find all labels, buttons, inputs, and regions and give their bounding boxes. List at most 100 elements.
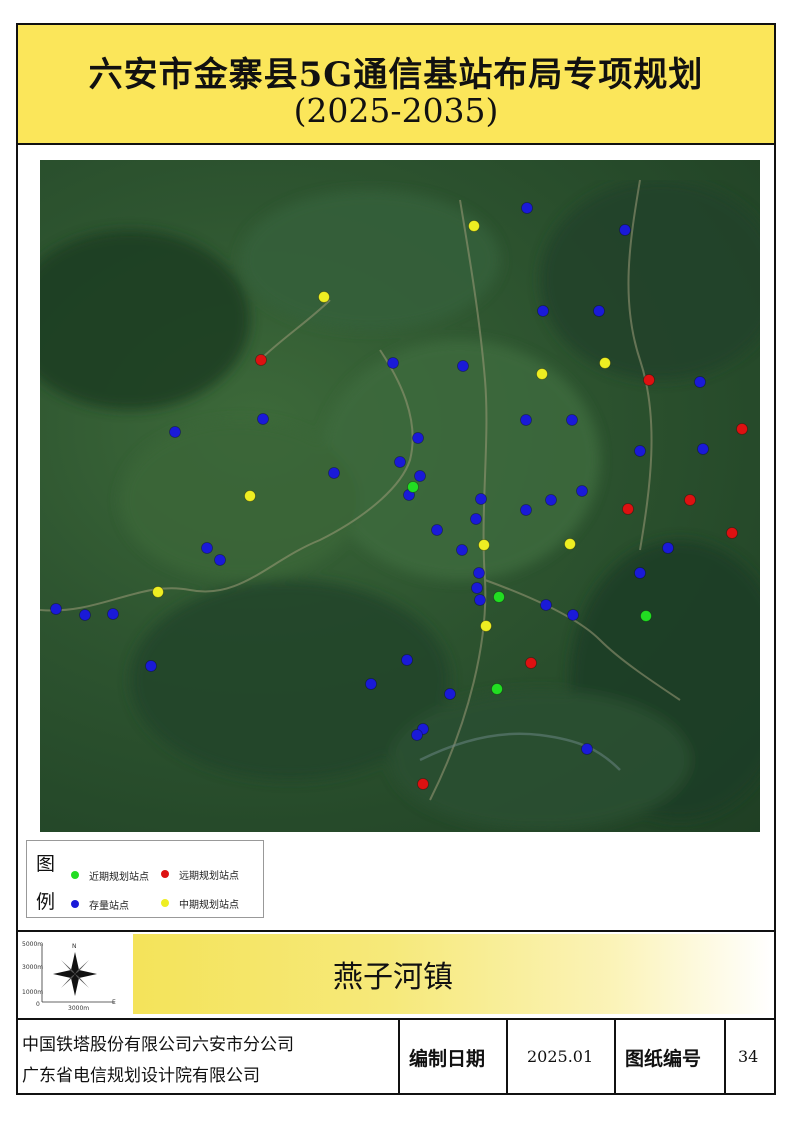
mid-term-marker-icon bbox=[161, 899, 169, 907]
company-name-1: 中国铁塔股份有限公司六安市分公司 bbox=[22, 1035, 294, 1055]
compass-rose-icon bbox=[53, 952, 97, 996]
existing-site-marker[interactable] bbox=[470, 513, 482, 525]
existing-site-marker[interactable] bbox=[537, 305, 549, 317]
near-term-site-marker[interactable] bbox=[493, 591, 505, 603]
compass-scale: 5000m 3000m 1000m 0 3000m N E bbox=[20, 936, 130, 1014]
sheet-label-cell: 图纸编号 bbox=[616, 1020, 726, 1095]
north-label: N bbox=[72, 943, 77, 950]
scale-label-5000: 5000m bbox=[22, 941, 43, 948]
existing-site-marker[interactable] bbox=[521, 202, 533, 214]
divider bbox=[16, 930, 776, 932]
existing-site-marker[interactable] bbox=[201, 542, 213, 554]
existing-site-marker[interactable] bbox=[107, 608, 119, 620]
near-term-marker-icon bbox=[71, 871, 79, 879]
sheet-value: 34 bbox=[738, 1047, 759, 1066]
existing-site-marker[interactable] bbox=[365, 678, 377, 690]
existing-site-marker[interactable] bbox=[50, 603, 62, 615]
legend-title-top: 图 bbox=[36, 853, 56, 875]
date-label-cell: 编制日期 bbox=[400, 1020, 508, 1095]
existing-site-marker[interactable] bbox=[257, 413, 269, 425]
east-label: E bbox=[112, 999, 116, 1006]
mid-term-site-marker[interactable] bbox=[480, 620, 492, 632]
long-term-site-marker[interactable] bbox=[736, 423, 748, 435]
map-canvas bbox=[40, 179, 760, 830]
existing-site-marker[interactable] bbox=[475, 493, 487, 505]
existing-site-marker[interactable] bbox=[444, 688, 456, 700]
existing-site-marker[interactable] bbox=[581, 743, 593, 755]
mid-term-site-marker[interactable] bbox=[318, 291, 330, 303]
mid-term-site-marker[interactable] bbox=[152, 586, 164, 598]
existing-site-marker[interactable] bbox=[662, 542, 674, 554]
near-term-site-marker[interactable] bbox=[640, 610, 652, 622]
existing-site-marker[interactable] bbox=[576, 485, 588, 497]
existing-site-marker[interactable] bbox=[471, 582, 483, 594]
near-term-site-marker[interactable] bbox=[407, 481, 419, 493]
existing-marker-icon bbox=[71, 900, 79, 908]
existing-site-marker[interactable] bbox=[412, 432, 424, 444]
legend-existing: 存量站点 bbox=[89, 901, 129, 912]
existing-site-marker[interactable] bbox=[387, 357, 399, 369]
legend-long-term: 远期规划站点 bbox=[179, 871, 239, 882]
mid-term-site-marker[interactable] bbox=[244, 490, 256, 502]
existing-site-marker[interactable] bbox=[474, 594, 486, 606]
existing-site-marker[interactable] bbox=[566, 414, 578, 426]
existing-site-marker[interactable] bbox=[697, 443, 709, 455]
existing-site-marker[interactable] bbox=[473, 567, 485, 579]
long-term-site-marker[interactable] bbox=[684, 494, 696, 506]
existing-site-marker[interactable] bbox=[694, 376, 706, 388]
existing-site-marker[interactable] bbox=[593, 305, 605, 317]
scale-label-0: 0 bbox=[36, 1001, 40, 1008]
long-term-site-marker[interactable] bbox=[726, 527, 738, 539]
existing-site-marker[interactable] bbox=[634, 445, 646, 457]
town-name: 燕子河镇 bbox=[333, 960, 453, 995]
scale-label-h3000: 3000m bbox=[68, 1005, 89, 1012]
long-term-marker-icon bbox=[161, 870, 169, 878]
scale-label-1000: 1000m bbox=[22, 989, 43, 996]
existing-site-marker[interactable] bbox=[394, 456, 406, 468]
existing-site-marker[interactable] bbox=[567, 609, 579, 621]
long-term-site-marker[interactable] bbox=[417, 778, 429, 790]
existing-site-marker[interactable] bbox=[520, 414, 532, 426]
date-value: 2025.01 bbox=[527, 1047, 594, 1066]
existing-site-marker[interactable] bbox=[414, 470, 426, 482]
scale-label-3000: 3000m bbox=[22, 964, 43, 971]
mid-term-site-marker[interactable] bbox=[536, 368, 548, 380]
legend-mid-term: 中期规划站点 bbox=[179, 900, 239, 911]
sheet-value-cell: 34 bbox=[726, 1020, 772, 1095]
legend: 图 例 近期规划站点 远期规划站点 存量站点 中期规划站点 bbox=[26, 840, 264, 918]
existing-site-marker[interactable] bbox=[214, 554, 226, 566]
existing-site-marker[interactable] bbox=[520, 504, 532, 516]
existing-site-marker[interactable] bbox=[457, 360, 469, 372]
sheet-label: 图纸编号 bbox=[625, 1048, 702, 1070]
legend-near-term: 近期规划站点 bbox=[89, 872, 149, 883]
existing-site-marker[interactable] bbox=[431, 524, 443, 536]
long-term-site-marker[interactable] bbox=[643, 374, 655, 386]
existing-site-marker[interactable] bbox=[169, 426, 181, 438]
existing-site-marker[interactable] bbox=[619, 224, 631, 236]
legend-title-bottom: 例 bbox=[36, 891, 56, 913]
town-banner: 燕子河镇 bbox=[133, 934, 773, 1014]
date-label: 编制日期 bbox=[409, 1048, 486, 1070]
satellite-map[interactable] bbox=[40, 160, 760, 832]
near-term-site-marker[interactable] bbox=[491, 683, 503, 695]
mid-term-site-marker[interactable] bbox=[564, 538, 576, 550]
existing-site-marker[interactable] bbox=[540, 599, 552, 611]
long-term-site-marker[interactable] bbox=[525, 657, 537, 669]
mid-term-site-marker[interactable] bbox=[599, 357, 611, 369]
existing-site-marker[interactable] bbox=[411, 729, 423, 741]
company-cell: 中国铁塔股份有限公司六安市分公司 广东省电信规划设计院有限公司 bbox=[16, 1020, 400, 1095]
existing-site-marker[interactable] bbox=[545, 494, 557, 506]
long-term-site-marker[interactable] bbox=[255, 354, 267, 366]
existing-site-marker[interactable] bbox=[145, 660, 157, 672]
mid-term-site-marker[interactable] bbox=[468, 220, 480, 232]
existing-site-marker[interactable] bbox=[79, 609, 91, 621]
existing-site-marker[interactable] bbox=[634, 567, 646, 579]
date-value-cell: 2025.01 bbox=[508, 1020, 616, 1095]
long-term-site-marker[interactable] bbox=[622, 503, 634, 515]
existing-site-marker[interactable] bbox=[456, 544, 468, 556]
footer-table: 中国铁塔股份有限公司六安市分公司 广东省电信规划设计院有限公司 编制日期 202… bbox=[16, 1018, 776, 1095]
mid-term-site-marker[interactable] bbox=[478, 539, 490, 551]
existing-site-marker[interactable] bbox=[328, 467, 340, 479]
company-name-2: 广东省电信规划设计院有限公司 bbox=[22, 1066, 260, 1086]
existing-site-marker[interactable] bbox=[401, 654, 413, 666]
